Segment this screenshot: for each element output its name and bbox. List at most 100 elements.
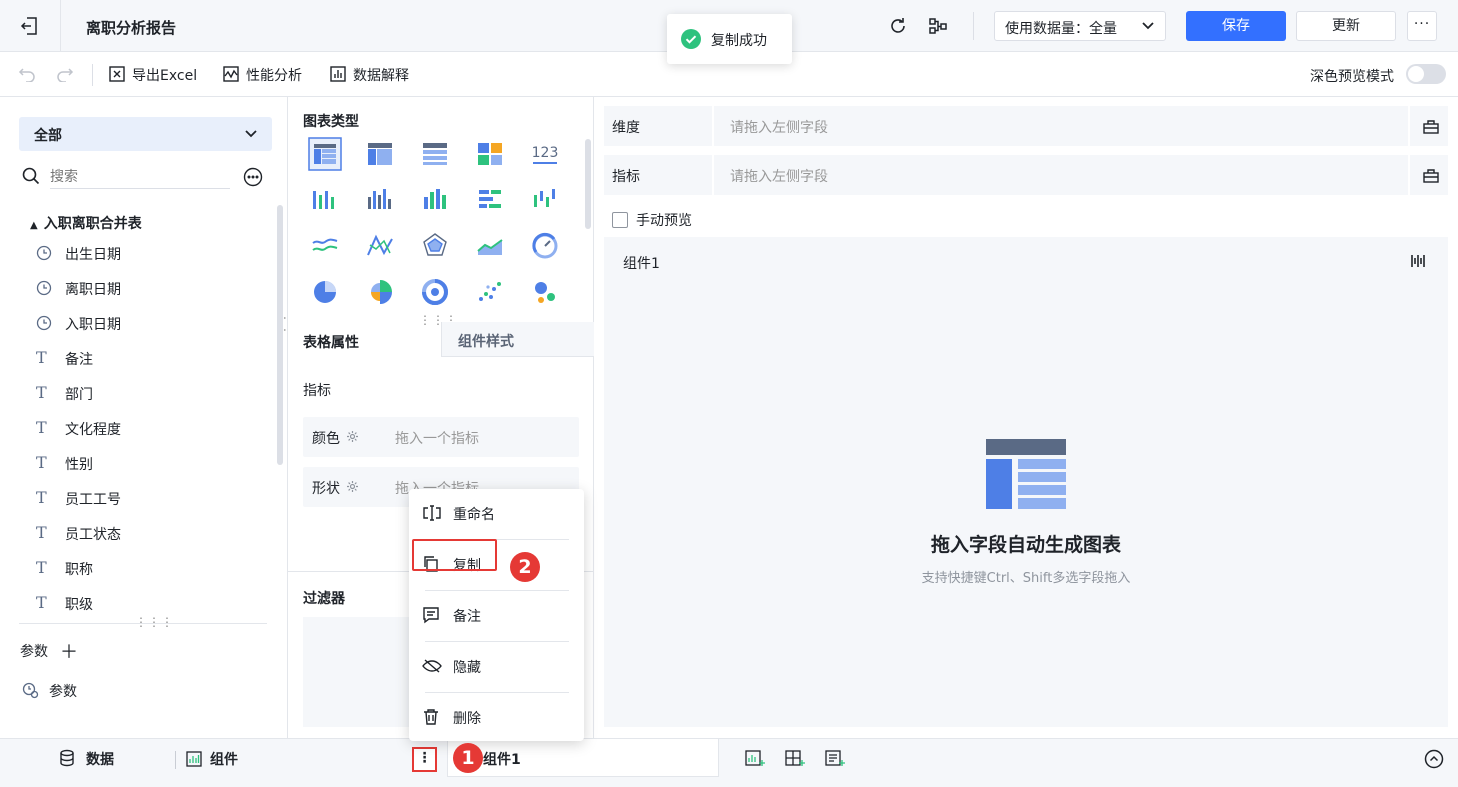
param-item[interactable]: 参数 (22, 681, 77, 701)
menu-item-hide[interactable]: 隐藏 (409, 642, 584, 692)
bubble-chart-icon[interactable] (528, 275, 562, 309)
resize-handle[interactable]: ⋮⋮⋮ (135, 615, 174, 629)
rename-icon (423, 505, 441, 521)
search-icon (22, 167, 40, 185)
data-field-panel: 全部 ▲ 入职离职合并表 ⋮⋮⋮ 参数 ＋ 参数 出生日期离职日期入职日期 T 备注 T… (0, 97, 288, 738)
note-icon (423, 607, 439, 624)
lock-icon[interactable] (1408, 106, 1448, 146)
add-component-icons (745, 749, 855, 769)
menu-item-delete[interactable]: 删除 (409, 693, 584, 743)
kpi-block-icon[interactable] (473, 137, 507, 171)
line-chart-icon[interactable] (308, 229, 342, 263)
tab-data[interactable]: 数据 (58, 749, 114, 769)
table-chart-icon[interactable] (308, 137, 342, 171)
copy-highlight-box (412, 539, 497, 571)
filter-title: 过滤器 (303, 591, 345, 607)
radar-line-icon[interactable] (363, 229, 397, 263)
table-node[interactable]: ▲ 入职离职合并表 (30, 213, 142, 233)
header-divider (973, 12, 974, 40)
component-more-button[interactable]: ⋮ (412, 747, 437, 772)
more-options-button[interactable]: ··· (1407, 11, 1437, 41)
lineage-icon[interactable] (928, 16, 948, 36)
bar-chart-icon[interactable] (473, 183, 507, 217)
data-volume-select[interactable]: 使用数据量：全量 (994, 11, 1166, 41)
metric-label: 指标 (612, 169, 640, 185)
back-icon[interactable] (18, 14, 42, 38)
chart-canvas-panel: 维度 请拖入左侧字段 指标 请拖入左侧字段 手动预览 组件1 拖入字段自动生成图… (595, 97, 1458, 738)
chevron-down-icon (1141, 20, 1155, 32)
tab-table-attributes[interactable]: 表格属性 (303, 332, 359, 352)
manual-preview-label: 手动预览 (636, 213, 692, 229)
text-type-icon: T (36, 453, 47, 472)
success-toast: 复制成功 (667, 14, 792, 64)
svg-text:123: 123 (532, 145, 559, 161)
metric-drop-zone[interactable]: 请拖入左侧字段 (712, 155, 1412, 195)
text-type-icon: T (36, 488, 47, 507)
column-chart-icon[interactable] (363, 183, 397, 217)
field-label: 文化程度 (65, 422, 121, 438)
tab-component-style[interactable]: 组件样式 (441, 322, 594, 357)
component-title: 组件1 (623, 256, 660, 272)
gear-icon[interactable] (346, 430, 359, 443)
menu-item-note[interactable]: 备注 (409, 591, 584, 641)
text-type-icon: T (36, 523, 47, 542)
performance-analysis-button[interactable]: 性能分析 (222, 65, 302, 85)
chart-type-title: 图表类型 (303, 114, 359, 130)
dimension-drop-zone[interactable]: 请拖入左侧字段 (712, 106, 1412, 146)
menu-item-rename[interactable]: 重命名 (409, 489, 584, 539)
field-label: 出生日期 (65, 247, 121, 263)
range-bar-icon[interactable] (528, 183, 562, 217)
data-explain-label: 数据解释 (353, 68, 409, 84)
area-chart-icon[interactable] (473, 229, 507, 263)
field-label: 职称 (65, 562, 93, 578)
search-input[interactable] (50, 165, 230, 189)
more-circle-icon[interactable] (243, 167, 263, 187)
field-label: 员工工号 (65, 492, 121, 508)
gauge-icon[interactable] (528, 229, 562, 263)
scope-select[interactable]: 全部 (19, 117, 272, 151)
empty-state-title: 拖入字段自动生成图表 (930, 534, 1121, 556)
checkbox-icon[interactable] (612, 212, 628, 228)
chart-settings-icon[interactable] (1410, 253, 1426, 269)
lock-icon[interactable] (1408, 155, 1448, 195)
table-placeholder-icon (986, 439, 1066, 509)
gear-icon[interactable] (346, 480, 359, 493)
scrollbar[interactable] (585, 139, 591, 229)
tab-component1[interactable]: 组件1 (447, 739, 719, 777)
scatter-chart-icon[interactable] (473, 275, 507, 309)
field-label: 性别 (65, 457, 93, 473)
update-button[interactable]: 更新 (1296, 11, 1396, 41)
data-explain-button[interactable]: 数据解释 (329, 65, 409, 85)
undo-icon[interactable] (18, 66, 36, 82)
add-text-component-icon (825, 750, 845, 766)
cross-table-icon[interactable] (363, 137, 397, 171)
stacked-column-icon[interactable] (418, 183, 452, 217)
tab-component[interactable]: 组件 (186, 749, 238, 769)
ring-chart-icon[interactable] (418, 275, 452, 309)
check-circle-icon (681, 29, 701, 49)
grouped-bar-icon[interactable] (308, 183, 342, 217)
component-chart-icon (186, 751, 202, 767)
export-excel-button[interactable]: 导出Excel (108, 65, 197, 85)
detail-table-icon[interactable] (418, 137, 452, 171)
save-button[interactable]: 保存 (1186, 11, 1286, 41)
radar-chart-icon[interactable] (418, 229, 452, 263)
field-label: 离职日期 (65, 282, 121, 298)
dark-preview-toggle[interactable] (1406, 64, 1446, 84)
toast-message: 复制成功 (711, 33, 767, 49)
refresh-icon[interactable] (888, 16, 908, 36)
pie-chart-icon[interactable] (308, 275, 342, 309)
rose-chart-icon[interactable] (363, 275, 397, 309)
text-type-icon: T (36, 593, 47, 612)
color-drop-zone[interactable]: 颜色 拖入一个指标 (303, 417, 579, 457)
collapse-up-icon[interactable] (1424, 749, 1444, 769)
color-label: 颜色 (312, 431, 340, 447)
redo-icon[interactable] (56, 66, 74, 82)
add-param-icon[interactable]: ＋ (60, 638, 78, 664)
number-icon[interactable]: 123 (528, 137, 562, 171)
manual-preview-checkbox[interactable]: 手动预览 (612, 210, 692, 230)
divider (175, 751, 176, 769)
field-label: 入职日期 (65, 317, 121, 333)
performance-analysis-label: 性能分析 (246, 68, 302, 84)
scope-label: 全部 (34, 128, 62, 144)
